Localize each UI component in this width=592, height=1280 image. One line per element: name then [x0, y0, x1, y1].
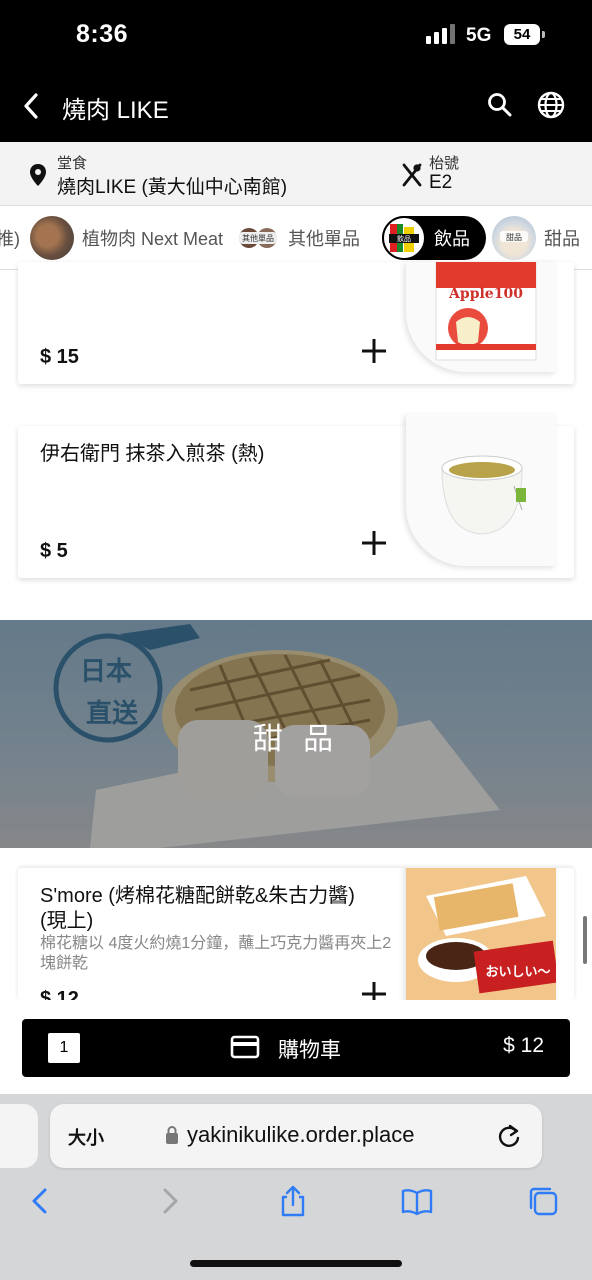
menu-item-card[interactable]: $ 15 Apple100 — [18, 262, 574, 384]
item-name: S'more (烤棉花糖配餅乾&朱古力醬) (現上) — [40, 885, 355, 932]
svg-text:甜品: 甜品 — [506, 232, 522, 242]
item-photo: おいしい〜 — [406, 868, 556, 1000]
cart-button[interactable]: 1 購物車 $ 12 — [22, 1019, 570, 1077]
category-thumbnail: 飲品 — [382, 216, 426, 260]
svg-text:其他單品: 其他單品 — [242, 233, 274, 243]
cart-label: 購物車 — [278, 1039, 341, 1062]
share-icon[interactable] — [276, 1184, 310, 1218]
home-indicator[interactable] — [190, 1260, 402, 1267]
cutlery-icon — [402, 163, 422, 187]
search-icon[interactable] — [486, 91, 514, 119]
menu-item-card[interactable]: S'more (烤棉花糖配餅乾&朱古力醬) (現上) 棉花糖以 4度火約燒1分鐘… — [18, 868, 574, 1000]
section-banner-desserts: 日本 直送 甜 品 — [0, 620, 592, 848]
item-price: $ 12 — [40, 988, 79, 1000]
browser-toolbar: 大小 yakinikulike.order.place — [0, 1094, 592, 1280]
table-number: E2 — [429, 172, 453, 193]
item-photo: Apple100 — [406, 262, 556, 372]
tab-category-previous[interactable]: 推) — [0, 216, 20, 260]
category-tabs: 推) 植物肉 Next Meat 其他單品 其他單品 飲品 飲品 甜品 甜品 — [0, 206, 592, 270]
tab-label: 推) — [0, 229, 20, 249]
section-title: 甜 品 — [252, 723, 340, 756]
item-description: 棉花糖以 4度火約燒1分鐘，蘸上巧克力醬再夾上2塊餅乾 — [40, 935, 392, 972]
page-title: 燒肉 LIKE — [62, 97, 169, 124]
browser-forward-icon[interactable] — [152, 1184, 186, 1218]
tab-label: 飲品 — [434, 229, 470, 249]
tab-desserts[interactable]: 甜品 甜品 — [492, 216, 580, 260]
svg-text:おいしい〜: おいしい〜 — [485, 965, 550, 980]
previous-tab-preview[interactable] — [0, 1104, 38, 1168]
location-pin-icon — [30, 164, 46, 186]
table-label: 枱號 — [429, 155, 460, 172]
chevron-left-icon[interactable] — [18, 90, 46, 122]
tab-label: 其他單品 — [288, 229, 360, 249]
cart-bar-container: 1 購物車 $ 12 — [0, 1000, 592, 1094]
browser-back-icon[interactable] — [24, 1184, 58, 1218]
credit-card-icon — [230, 1035, 260, 1059]
bookmarks-icon[interactable] — [400, 1184, 434, 1218]
tab-next-meat[interactable]: 植物肉 Next Meat — [30, 216, 223, 260]
tabs-icon[interactable] — [526, 1184, 560, 1218]
category-thumbnail: 甜品 — [492, 216, 536, 260]
drinks-thumb-icon: 飲品 — [389, 224, 419, 252]
lock-icon — [166, 1126, 178, 1144]
plus-icon[interactable] — [360, 980, 388, 1000]
apple-juice-box-image: Apple100 — [435, 262, 537, 361]
dining-mode: 堂食 — [57, 155, 88, 172]
cellular-signal-icon — [426, 24, 456, 44]
green-tea-cup-image — [441, 455, 526, 535]
desserts-thumb-icon: 甜品 — [500, 231, 528, 242]
tab-drinks[interactable]: 飲品 飲品 — [382, 216, 486, 260]
smore-dessert-image: おいしい〜 — [406, 868, 556, 1000]
svg-text:飲品: 飲品 — [397, 234, 411, 243]
address-bar[interactable]: 大小 yakinikulike.order.place — [50, 1104, 542, 1168]
cart-item-count: 1 — [48, 1033, 80, 1063]
app-header: 燒肉 LIKE — [0, 70, 592, 142]
tab-other-items[interactable]: 其他單品 其他單品 — [236, 216, 360, 260]
cart-total: $ 12 — [503, 1034, 544, 1057]
plus-icon[interactable] — [360, 529, 388, 557]
item-photo — [406, 414, 556, 566]
page-scrollbar[interactable] — [583, 916, 587, 964]
battery-icon: 54 — [504, 24, 545, 45]
item-price: $ 5 — [40, 540, 68, 562]
category-thumbnail — [30, 216, 74, 260]
svg-text:Apple100: Apple100 — [448, 286, 523, 302]
other-items-thumb-icon: 其他單品 — [239, 228, 277, 248]
text-size-button[interactable]: 大小 — [68, 1124, 104, 1150]
restaurant-name: 燒肉LIKE (黃大仙中心南館) — [57, 177, 288, 198]
plus-icon[interactable] — [360, 337, 388, 365]
tab-label: 植物肉 Next Meat — [82, 229, 224, 249]
status-bar: 8:36 5G 54 — [0, 0, 592, 70]
item-name: 伊右衛門 抹茶入煎茶 (熱) — [40, 443, 265, 465]
tab-label: 甜品 — [544, 229, 580, 249]
url-text[interactable]: yakinikulike.order.place — [187, 1122, 414, 1148]
item-price: $ 15 — [40, 346, 79, 368]
network-type: 5G — [466, 25, 492, 46]
order-info-bar: 堂食 燒肉LIKE (黃大仙中心南館) 枱號 E2 — [0, 142, 592, 206]
category-thumbnail: 其他單品 — [236, 216, 280, 260]
reload-icon[interactable] — [496, 1122, 522, 1150]
status-time: 8:36 — [76, 20, 129, 48]
menu-item-card[interactable]: 伊右衛門 抹茶入煎茶 (熱) $ 5 — [18, 414, 574, 578]
globe-icon[interactable] — [536, 90, 566, 120]
